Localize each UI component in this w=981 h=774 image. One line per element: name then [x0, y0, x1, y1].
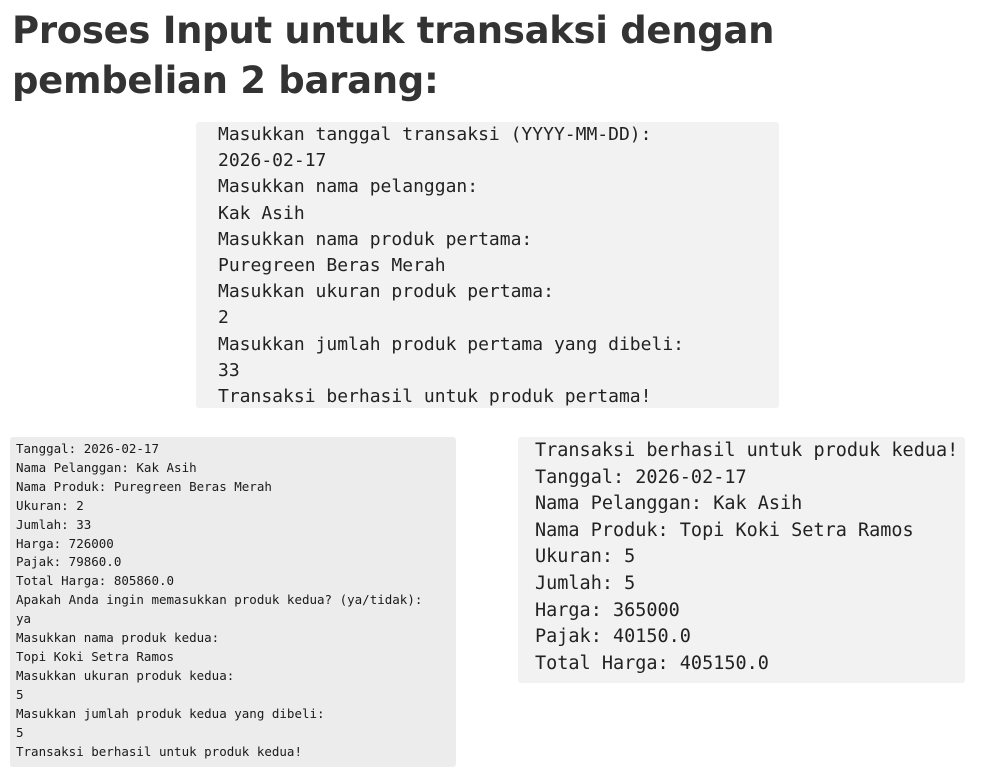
console-line: Transaksi berhasil untuk produk kedua! — [16, 743, 302, 759]
console-line: Apakah Anda ingin memasukkan produk kedu… — [16, 592, 423, 608]
console-line: Masukkan ukuran produk pertama: — [218, 281, 554, 303]
console-line: Masukkan nama pelanggan: — [218, 176, 479, 198]
console-line: Total Harga: 405150.0 — [535, 652, 769, 674]
console-line: 33 — [218, 359, 240, 381]
console-line: Nama Produk: Puregreen Beras Merah — [16, 478, 272, 494]
console-line: Masukkan tanggal transaksi (YYYY-MM-DD): — [218, 124, 652, 145]
console-line: Ukuran: 2 — [16, 497, 84, 513]
console-output-input-first-product: Masukkan tanggal transaksi (YYYY-MM-DD):… — [196, 122, 779, 408]
console-line: 2 — [218, 307, 229, 329]
console-line: Pajak: 40150.0 — [535, 626, 691, 648]
console-line: Masukkan nama produk kedua: — [16, 630, 220, 646]
console-line: 5 — [16, 686, 24, 702]
console-line: Masukkan nama produk pertama: — [218, 228, 533, 250]
console-line: Nama Pelanggan: Kak Asih — [535, 493, 803, 515]
console-line: Kak Asih — [218, 202, 305, 224]
console-line: Puregreen Beras Merah — [218, 255, 446, 277]
console-line: Masukkan jumlah produk pertama yang dibe… — [218, 333, 684, 355]
console-line: ya — [16, 611, 32, 627]
console-output-second-product-summary: Transaksi berhasil untuk produk kedua! T… — [518, 437, 965, 683]
console-line: Masukkan jumlah produk kedua yang dibeli… — [16, 705, 325, 721]
console-line: Jumlah: 5 — [535, 572, 636, 594]
console-line: Tanggal: 2026-02-17 — [16, 441, 159, 456]
console-line: Harga: 726000 — [16, 535, 114, 551]
console-line: Harga: 365000 — [535, 599, 680, 621]
console-line: Total Harga: 805860.0 — [16, 573, 175, 589]
console-line: Transaksi berhasil untuk produk kedua! — [535, 440, 959, 461]
console-line: Topi Koki Setra Ramos — [16, 648, 175, 664]
console-output-summary-and-second-product-input: Tanggal: 2026-02-17 Nama Pelanggan: Kak … — [10, 437, 456, 767]
console-line: Transaksi berhasil untuk produk pertama! — [218, 386, 652, 408]
console-line: Tanggal: 2026-02-17 — [535, 466, 747, 488]
console-line: Pajak: 79860.0 — [16, 554, 122, 570]
console-line: 2026-02-17 — [218, 150, 327, 172]
console-line: Ukuran: 5 — [535, 546, 636, 568]
console-line: 5 — [16, 724, 24, 740]
section-heading: Proses Input untuk transaksi dengan pemb… — [12, 9, 775, 102]
console-line: Nama Pelanggan: Kak Asih — [16, 459, 197, 475]
console-line: Masukkan ukuran produk kedua: — [16, 667, 235, 683]
console-line: Jumlah: 33 — [16, 516, 92, 532]
console-line: Nama Produk: Topi Koki Setra Ramos — [535, 519, 914, 541]
